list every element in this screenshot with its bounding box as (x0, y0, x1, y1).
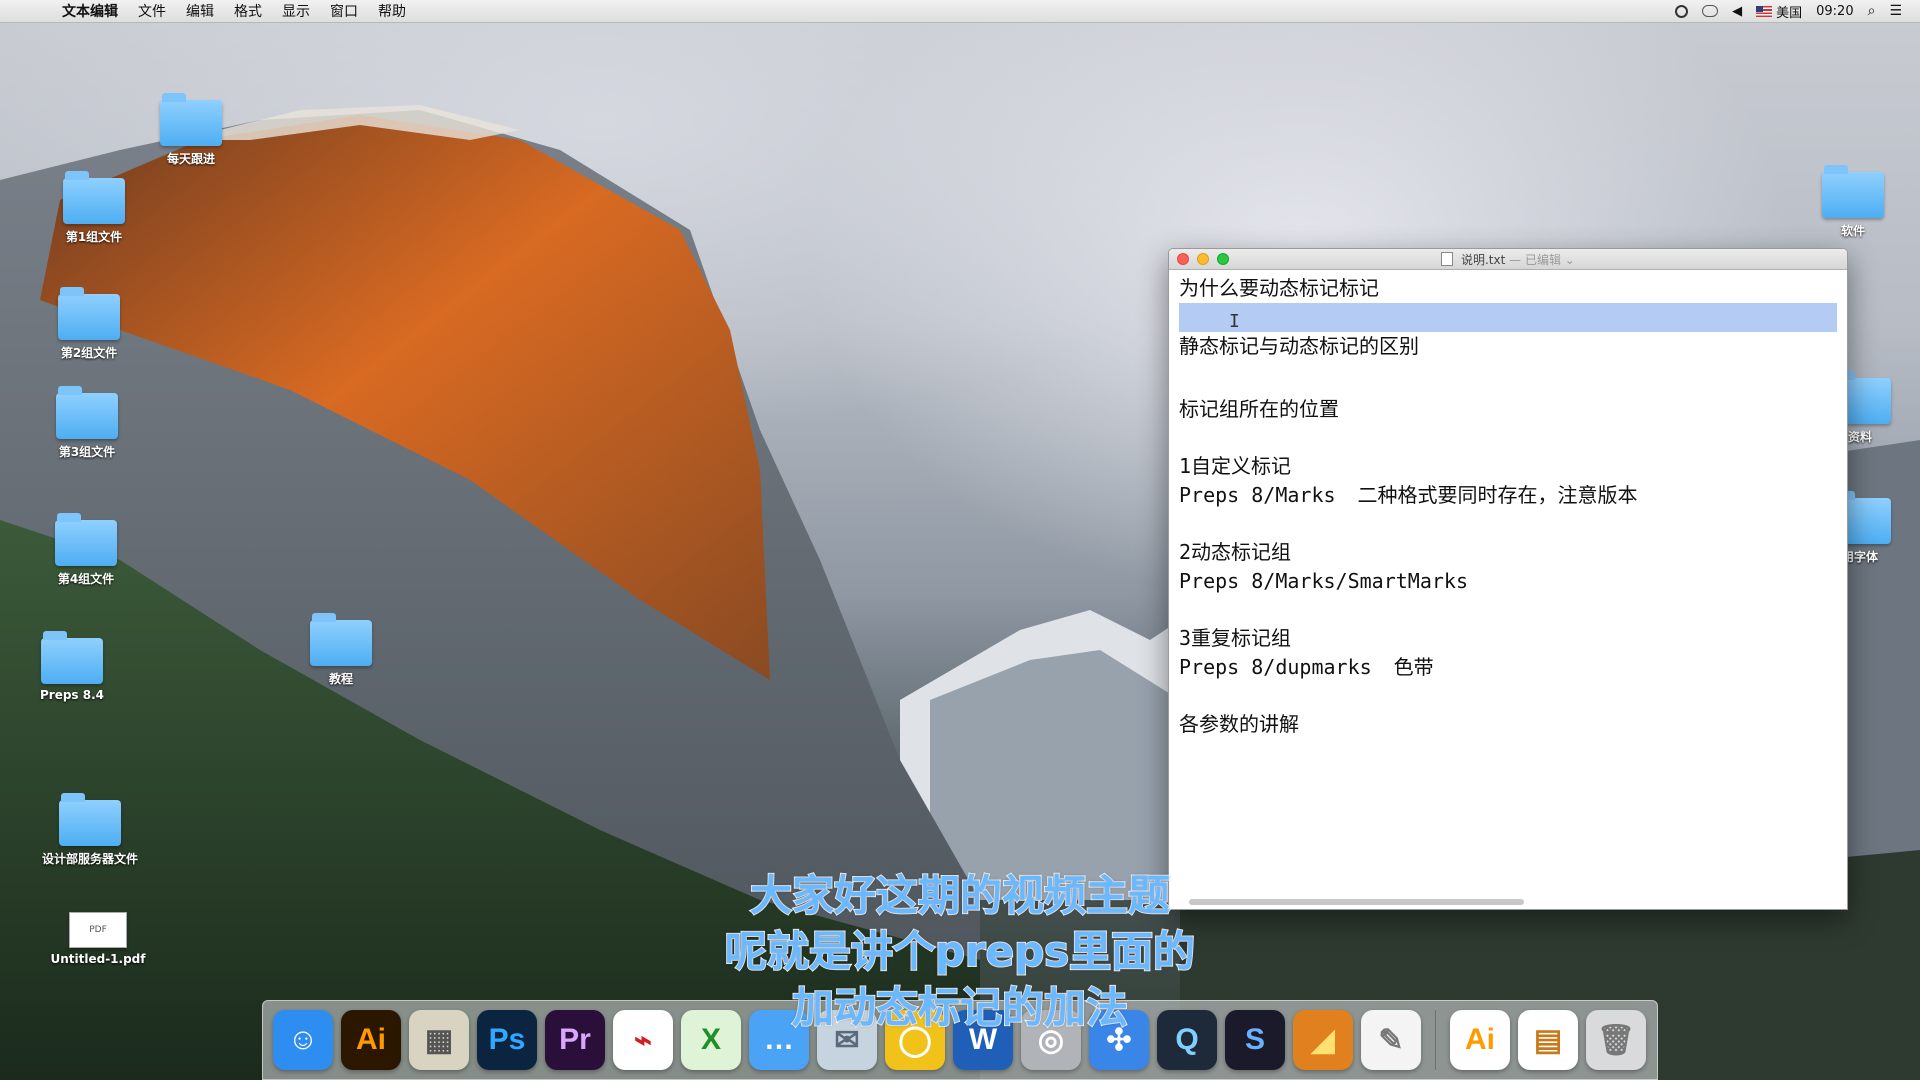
path-text: Preps 8/Marks (1179, 483, 1336, 507)
desktop-icon-label: 每天跟进 (166, 152, 215, 166)
text-line: 为什么要动态标记标记 (1179, 276, 1379, 300)
folder-icon (58, 287, 120, 340)
subtitle-line: 呢就是讲个preps里面的 (724, 926, 1196, 977)
subtitle-line: 加动态标记的加法 (791, 982, 1129, 1033)
menu-app-name[interactable]: 文本编辑 (52, 1, 128, 21)
image-document-icon[interactable]: ▤ (1518, 1010, 1578, 1070)
desktop-folder-daily-followup[interactable]: 每天跟进 (131, 93, 251, 167)
desktop-icon-label: Untitled-1.pdf (50, 952, 146, 966)
desktop-icon-label: 软件 (1840, 224, 1865, 238)
text-line: 静态标记与动态标记的区别 (1179, 334, 1419, 358)
text-line: 标记组所在的位置 (1179, 397, 1339, 421)
inline-note: 二种格式要同时存在，注意版本 (1357, 483, 1638, 507)
illustrator-icon[interactable]: Ai (341, 1010, 401, 1070)
text-line: Preps 8/Marks/SmartMarks (1179, 569, 1468, 593)
chevron-down-icon[interactable]: ⌄ (1565, 253, 1575, 267)
desktop-folder-group4[interactable]: 第4组文件 (26, 513, 146, 587)
pdf-file-icon: PDF (69, 912, 127, 948)
desktop-folder-tutorial[interactable]: 教程 (281, 613, 401, 687)
window-title: 说明.txt — 已编辑 ⌄ (1169, 251, 1847, 268)
desktop-folder-design-server[interactable]: 设计部服务器文件 (30, 793, 150, 867)
blank-lines (1179, 361, 1837, 395)
textedit-icon[interactable]: ✎ (1361, 1010, 1421, 1070)
text-line: Preps 8/dupmarks 色带 (1179, 653, 1837, 682)
window-filename: 说明.txt (1460, 253, 1506, 267)
text-line-selected: I (1179, 303, 1837, 332)
desktop-icon-label: Preps 8.4 (39, 688, 105, 702)
folder-icon (59, 793, 121, 846)
volume-icon[interactable]: ◀ (1732, 4, 1742, 19)
folder-icon (160, 93, 222, 146)
folder-icon (1822, 165, 1884, 218)
desktop-folder-group1[interactable]: 第1组文件 (34, 171, 154, 245)
photoshop-icon[interactable]: Ps (477, 1010, 537, 1070)
subtitle-line: 大家好这期的视频主题 (749, 870, 1171, 921)
inline-note: 色带 (1393, 655, 1434, 679)
clock[interactable]: 09:20 (1816, 4, 1853, 19)
us-flag-icon (1756, 5, 1773, 17)
desktop-folder-preps[interactable]: Preps 8.4 (12, 631, 132, 702)
desktop-icon-label: 第1组文件 (65, 230, 123, 244)
status-area: ◀ 美国 09:20 ⌕ ☰ (1675, 2, 1920, 21)
ai-document-icon[interactable]: Ai (1450, 1010, 1510, 1070)
trash-icon[interactable]: 🗑 (1586, 1010, 1646, 1070)
menu-file[interactable]: 文件 (128, 1, 176, 21)
dock-separator (1435, 1010, 1436, 1070)
menu-bar: 文本编辑 文件 编辑 格式 显示 窗口 帮助 ◀ 美国 09:20 ⌕ ☰ (0, 0, 1920, 23)
text-line: 3重复标记组 (1179, 626, 1292, 650)
desktop-icon-label: 第2组文件 (60, 346, 118, 360)
creative-cloud-icon[interactable] (1702, 5, 1719, 17)
calculator-icon[interactable]: ▦ (409, 1010, 469, 1070)
text-line: 各参数的讲解 (1179, 712, 1299, 736)
path-text: Preps 8/dupmarks (1179, 655, 1372, 679)
folder-icon (63, 171, 125, 224)
desktop-icon-label: 设计部服务器文件 (41, 852, 138, 866)
desktop-file-untitled-pdf[interactable]: PDF Untitled-1.pdf (38, 912, 158, 966)
menu-view[interactable]: 显示 (272, 1, 320, 21)
desktop-folder-group3[interactable]: 第3组文件 (27, 386, 147, 460)
text-editor-area[interactable]: 为什么要动态标记标记 I 静态标记与动态标记的区别 标记组所在的位置 1自定义标… (1169, 270, 1847, 909)
input-source-menu[interactable]: 美国 (1756, 2, 1802, 21)
folder-icon (310, 613, 372, 666)
desktop-icon-label: 教程 (328, 672, 353, 686)
text-line: 1自定义标记 (1179, 454, 1292, 478)
input-source-label: 美国 (1776, 5, 1803, 21)
menu-edit[interactable]: 编辑 (176, 1, 224, 21)
finder-icon[interactable]: ☺ (273, 1010, 333, 1070)
desktop-folder-software[interactable]: 软件 (1793, 165, 1913, 239)
notification-center-icon[interactable]: ☰ (1889, 3, 1902, 19)
folder-icon (41, 631, 103, 684)
spotlight-search-icon[interactable]: ⌕ (1868, 3, 1876, 19)
menu-help[interactable]: 帮助 (368, 1, 416, 21)
window-titlebar[interactable]: 说明.txt — 已编辑 ⌄ (1169, 249, 1847, 270)
video-subtitle: 大家好这期的视频主题 呢就是讲个preps里面的 加动态标记的加法 (580, 868, 1340, 1036)
folder-icon (55, 513, 117, 566)
edited-status[interactable]: — 已编辑 (1509, 253, 1561, 267)
desktop-icon-label: 第4组文件 (57, 572, 115, 586)
desktop-icon-label: 第3组文件 (58, 445, 116, 459)
text-line: 2动态标记组 (1179, 540, 1292, 564)
folder-icon (56, 386, 118, 439)
document-icon (1441, 252, 1454, 266)
menu-format[interactable]: 格式 (224, 1, 272, 21)
record-icon[interactable] (1675, 4, 1689, 18)
text-line: Preps 8/Marks 二种格式要同时存在，注意版本 (1179, 481, 1837, 510)
menu-window[interactable]: 窗口 (320, 1, 368, 21)
desktop-folder-group2[interactable]: 第2组文件 (29, 287, 149, 361)
textedit-window: 说明.txt — 已编辑 ⌄ 为什么要动态标记标记 I 静态标记与动态标记的区别… (1168, 248, 1848, 910)
